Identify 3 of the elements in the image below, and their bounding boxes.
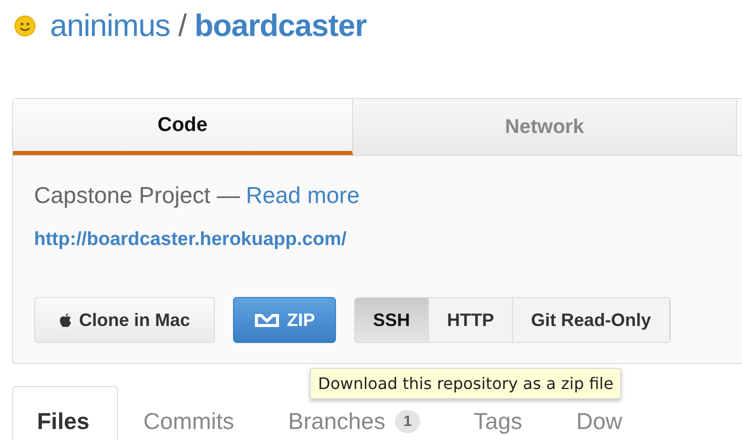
description-text: Capstone Project —: [34, 182, 240, 209]
count-badge: 1: [395, 410, 420, 433]
tooltip: Download this repository as a zip file: [310, 368, 622, 399]
